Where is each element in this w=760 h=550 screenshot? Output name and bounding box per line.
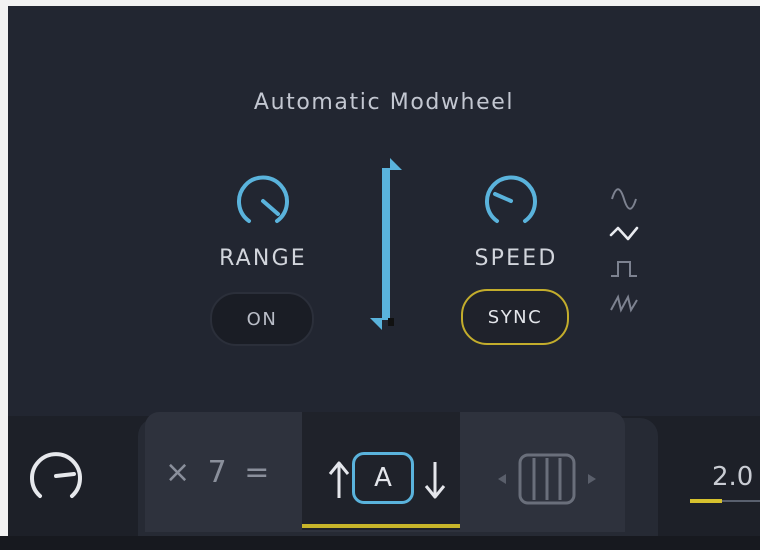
dial-icon[interactable] (24, 448, 88, 508)
arrow-down-icon[interactable] (422, 458, 448, 502)
arrow-up-icon[interactable] (326, 458, 352, 502)
panel-title: Automatic Modwheel (253, 90, 515, 115)
arp-mode-badge[interactable]: A (352, 452, 414, 504)
value-indicator (690, 499, 722, 503)
range-label: RANGE (219, 246, 307, 271)
range-slider[interactable] (368, 156, 418, 336)
speed-knob[interactable] (476, 166, 546, 236)
speed-sync-button[interactable]: SYNC (461, 289, 569, 345)
range-top-handle[interactable] (390, 158, 402, 170)
keyboard-selector-icon[interactable] (494, 450, 610, 508)
value-display[interactable]: 2.0 (712, 462, 753, 492)
multiplier-text: × 7 = (165, 455, 274, 490)
range-on-button[interactable]: ON (210, 292, 314, 346)
square-wave-icon[interactable] (608, 256, 640, 282)
arp-mode-label: A (374, 463, 392, 493)
keyboard-prev-icon (498, 474, 506, 484)
sawtooth-wave-icon[interactable] (608, 290, 640, 316)
triangle-wave-icon[interactable] (608, 220, 640, 246)
bottom-strip (0, 536, 760, 550)
keyboard-next-icon (588, 474, 596, 484)
sine-wave-icon[interactable] (608, 186, 640, 212)
speed-label: SPEED (474, 246, 558, 271)
range-bottom-handle[interactable] (370, 318, 382, 330)
range-knob[interactable] (228, 166, 298, 236)
arp-selected-indicator (302, 524, 460, 528)
